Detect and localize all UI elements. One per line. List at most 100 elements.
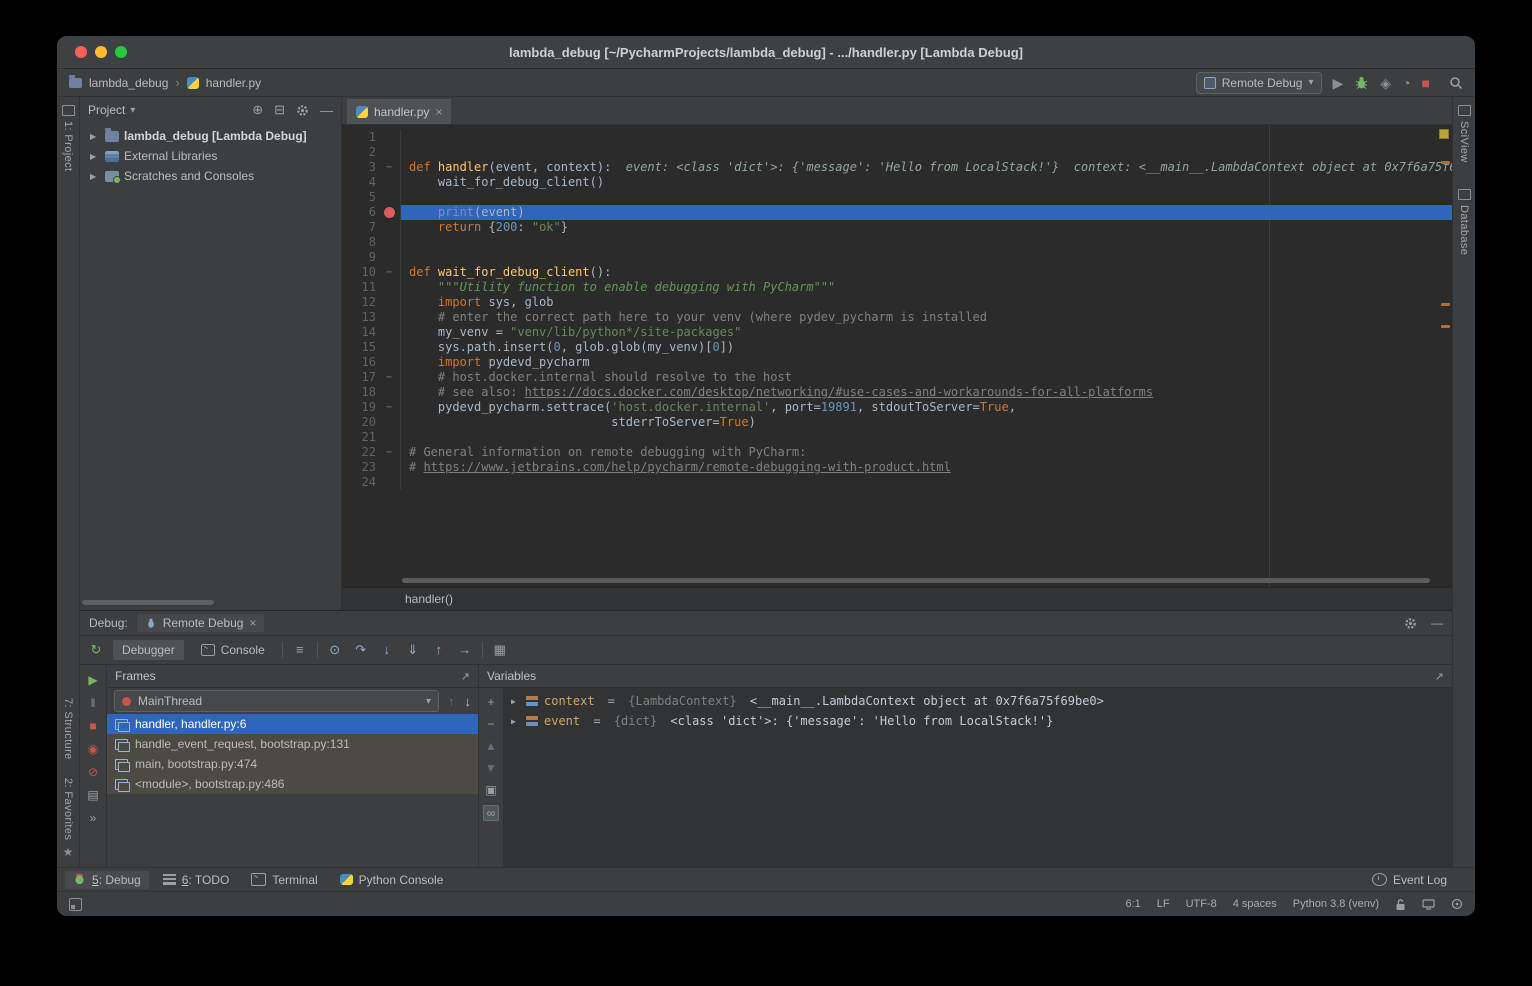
warning-stripe-mark[interactable]: [1441, 161, 1450, 164]
duplicate-watch-button[interactable]: ▣: [485, 783, 496, 797]
toolwindow-toggle-icon[interactable]: [69, 898, 82, 911]
gutter[interactable]: [382, 295, 401, 310]
close-icon[interactable]: ×: [435, 105, 442, 119]
stop-button[interactable]: ■: [1422, 76, 1430, 90]
chevron-right-icon[interactable]: ▶: [90, 132, 100, 141]
gutter[interactable]: −: [382, 370, 401, 385]
toolwindow-button-python-console[interactable]: Python Console: [332, 871, 452, 889]
line-number[interactable]: 22: [342, 445, 382, 460]
previous-frame-button[interactable]: ↑: [448, 694, 455, 709]
open-in-editor-icon[interactable]: ↗: [461, 670, 470, 683]
gutter[interactable]: −: [382, 160, 401, 175]
code-line-13[interactable]: 13 # enter the correct path here to your…: [342, 310, 1452, 325]
close-icon[interactable]: ×: [249, 616, 256, 630]
gutter[interactable]: [382, 280, 401, 295]
code-line-1[interactable]: 1: [342, 130, 1452, 145]
line-number[interactable]: 11: [342, 280, 382, 295]
code-line-17[interactable]: 17− # host.docker.internal should resolv…: [342, 370, 1452, 385]
step-over-button[interactable]: ↷: [352, 643, 370, 657]
code-line-3[interactable]: 3−def handler(event, context): event: <c…: [342, 160, 1452, 175]
error-stripe[interactable]: [1438, 125, 1452, 587]
fold-icon[interactable]: −: [386, 160, 392, 175]
remove-watch-button[interactable]: −: [487, 717, 494, 731]
screen-reader-icon[interactable]: [1422, 899, 1435, 910]
next-frame-button[interactable]: ↓: [465, 694, 472, 709]
run-button[interactable]: ▶: [1333, 76, 1344, 90]
lock-icon[interactable]: [1395, 898, 1406, 911]
line-number[interactable]: 10: [342, 265, 382, 280]
settings-gear-icon[interactable]: [296, 104, 309, 117]
layout-settings-button[interactable]: ≡: [291, 643, 309, 657]
line-number[interactable]: 15: [342, 340, 382, 355]
code-editor[interactable]: 123−def handler(event, context): event: …: [342, 125, 1452, 587]
line-number[interactable]: 9: [342, 250, 382, 265]
gutter[interactable]: [382, 385, 401, 400]
fold-icon[interactable]: −: [386, 445, 392, 460]
gutter[interactable]: [382, 190, 401, 205]
move-watch-up-button[interactable]: ▲: [485, 739, 497, 753]
fold-icon[interactable]: −: [386, 400, 392, 415]
stop-button[interactable]: ■: [89, 719, 96, 733]
fold-icon[interactable]: −: [386, 265, 392, 280]
line-number[interactable]: 19: [342, 400, 382, 415]
toolwindow-button---debug[interactable]: 5: Debug: [65, 871, 149, 889]
close-window-button[interactable]: [75, 46, 87, 58]
threads-view-button[interactable]: ▦: [491, 643, 509, 657]
line-number[interactable]: 13: [342, 310, 382, 325]
force-step-into-button[interactable]: ⇓: [404, 643, 422, 657]
view-breakpoints-button[interactable]: ◉: [88, 742, 98, 756]
gutter[interactable]: [382, 355, 401, 370]
chevron-right-icon[interactable]: ▶: [90, 152, 100, 161]
line-number[interactable]: 1: [342, 130, 382, 145]
warning-stripe-mark[interactable]: [1441, 303, 1450, 306]
gutter[interactable]: [382, 430, 401, 445]
caret-position[interactable]: 6:1: [1125, 898, 1140, 910]
code-line-8[interactable]: 8: [342, 235, 1452, 250]
code-line-15[interactable]: 15 sys.path.insert(0, glob.glob(my_venv)…: [342, 340, 1452, 355]
line-number[interactable]: 14: [342, 325, 382, 340]
hide-panel-button[interactable]: —: [1431, 616, 1443, 630]
frame-row[interactable]: <module>, bootstrap.py:486: [107, 774, 478, 794]
show-execution-point-button[interactable]: ⊙: [326, 643, 344, 657]
line-separator[interactable]: LF: [1157, 898, 1170, 910]
toolwindow-button-event-log[interactable]: Event Log: [1364, 871, 1455, 889]
thread-select[interactable]: MainThread ▾: [114, 690, 439, 712]
toolwindow-button-database[interactable]: Database: [1458, 189, 1471, 255]
step-into-button[interactable]: ↓: [378, 643, 396, 657]
run-configuration-select[interactable]: Remote Debug ▾: [1196, 72, 1322, 94]
gutter[interactable]: [382, 310, 401, 325]
run-to-cursor-button[interactable]: →: [456, 643, 474, 657]
toolwindow-button-project[interactable]: 1: Project: [62, 105, 75, 171]
code-line-9[interactable]: 9: [342, 250, 1452, 265]
line-number[interactable]: 17: [342, 370, 382, 385]
tree-item[interactable]: ▶External Libraries: [80, 146, 341, 166]
gutter[interactable]: [382, 205, 401, 220]
line-number[interactable]: 21: [342, 430, 382, 445]
show-return-values-button[interactable]: ∞: [483, 805, 500, 821]
fold-icon[interactable]: −: [386, 370, 392, 385]
gutter[interactable]: −: [382, 445, 401, 460]
variable-row[interactable]: ▶event = {dict} <class 'dict'>: {'messag…: [504, 711, 1452, 731]
python-interpreter[interactable]: Python 3.8 (venv): [1293, 898, 1379, 910]
line-number[interactable]: 23: [342, 460, 382, 475]
gutter[interactable]: [382, 475, 401, 490]
expand-icon[interactable]: ▶: [511, 717, 520, 726]
code-line-23[interactable]: 23# https://www.jetbrains.com/help/pycha…: [342, 460, 1452, 475]
toolwindow-button-terminal[interactable]: Terminal: [243, 871, 325, 889]
line-number[interactable]: 8: [342, 235, 382, 250]
breadcrumb-function[interactable]: handler(): [405, 592, 453, 606]
more-actions-button[interactable]: »: [90, 811, 97, 825]
tree-item[interactable]: ▶Scratches and Consoles: [80, 166, 341, 186]
gutter[interactable]: [382, 175, 401, 190]
gutter[interactable]: [382, 235, 401, 250]
move-watch-down-button[interactable]: ▼: [485, 761, 497, 775]
debug-button[interactable]: [1354, 75, 1369, 90]
code-line-14[interactable]: 14 my_venv = "venv/lib/python*/site-pack…: [342, 325, 1452, 340]
coverage-button[interactable]: ◈: [1380, 76, 1391, 90]
frame-row[interactable]: handle_event_request, bootstrap.py:131: [107, 734, 478, 754]
hide-panel-button[interactable]: —: [320, 103, 333, 118]
add-watch-button[interactable]: +: [487, 695, 494, 709]
breakpoint-icon[interactable]: [384, 207, 395, 218]
code-line-7[interactable]: 7 return {200: "ok"}: [342, 220, 1452, 235]
line-number[interactable]: 24: [342, 475, 382, 490]
